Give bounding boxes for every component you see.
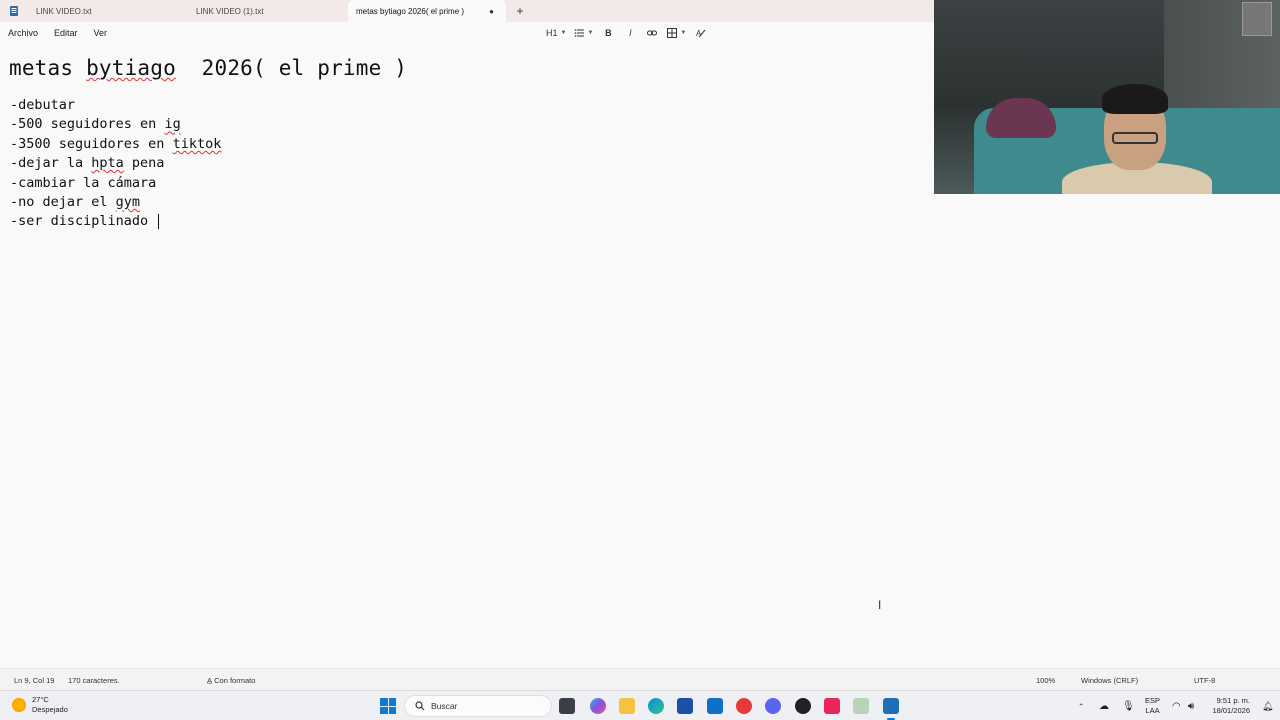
format-label: Con formato — [214, 676, 256, 685]
person-hair — [1102, 84, 1168, 114]
list-dropdown[interactable]: ▼ — [572, 25, 595, 41]
ibeam-cursor-icon: I — [878, 598, 882, 612]
text-caret — [158, 213, 160, 229]
search-icon — [415, 701, 425, 711]
search-placeholder: Buscar — [431, 701, 458, 711]
file-explorer-icon[interactable] — [619, 698, 635, 714]
spell-error: tiktok — [172, 135, 222, 152]
spell-error: gym — [115, 193, 141, 210]
last-line-text: -ser disciplinado — [10, 213, 157, 230]
menu-bar: Archivo Editar Ver — [0, 22, 934, 44]
temperature: 27°C — [32, 695, 49, 704]
tab-label: metas bytiago 2026( el prime ) — [356, 6, 465, 16]
lang-top: ESP — [1145, 696, 1161, 705]
taskbar: 27°C Despejado Buscar ⌃ ☁ 🎙︎ ESP LAA ◠ 🔊… — [0, 690, 1280, 720]
table-icon — [667, 28, 678, 38]
sun-icon — [12, 698, 26, 712]
poster-shape — [1242, 2, 1272, 36]
clear-format-icon[interactable]: A — [692, 25, 710, 41]
title-part-3: 2026( el prime ) — [175, 56, 408, 80]
weather-widget[interactable]: 27°C Despejado — [12, 695, 68, 715]
italic-icon[interactable]: I — [621, 25, 639, 41]
clock-time: 9:51 p. m. — [1216, 696, 1250, 705]
language-indicator[interactable]: ESP LAA — [1145, 691, 1160, 720]
list-icon — [575, 29, 585, 37]
text-line: -debutar — [10, 97, 76, 113]
outlook-icon[interactable] — [707, 698, 723, 714]
spell-error: ig — [164, 116, 181, 133]
document-body[interactable]: -debutar -500 seguidores en ig -3500 seg… — [10, 96, 221, 232]
notepad-taskbar-icon[interactable] — [883, 698, 899, 720]
tab-metas[interactable]: metas bytiago 2026( el prime ) ● — [348, 0, 506, 22]
clock-date: 18/01/2026 — [1212, 706, 1250, 715]
obs-icon[interactable] — [795, 698, 811, 714]
text-line: -cambiar la cámara — [10, 174, 157, 191]
tab-bar: LINK VIDEO.txt LINK VIDEO (1).txt metas … — [0, 0, 934, 22]
text-line: -3500 seguidores en tiktok — [10, 135, 222, 152]
show-hidden-icons[interactable]: ⌃ — [1078, 691, 1084, 720]
menu-file[interactable]: Archivo — [0, 28, 46, 38]
unsaved-dot-icon[interactable]: ● — [489, 7, 494, 16]
chevron-down-icon: ▼ — [680, 30, 687, 36]
text-line: -500 seguidores en ig — [10, 116, 181, 133]
glasses-shape — [1112, 132, 1158, 144]
microphone-icon[interactable]: 🎙︎ — [1122, 691, 1135, 720]
chevron-down-icon: ▼ — [587, 30, 594, 36]
text-line: -dejar la hpta pena — [10, 155, 165, 172]
new-tab-button[interactable]: + — [506, 0, 534, 22]
bold-icon[interactable]: B — [599, 25, 617, 41]
weather-text: 27°C Despejado — [32, 695, 68, 715]
link-icon[interactable] — [643, 25, 661, 41]
tiktok-icon[interactable] — [824, 698, 840, 714]
status-bar: Ln 9, Col 19 170 caracteres. A̲ Con form… — [0, 668, 1280, 690]
copilot-icon[interactable] — [590, 698, 606, 714]
document-title: metas bytiago 2026( el prime ) — [9, 56, 407, 80]
line-ending[interactable]: Windows (CRLF) — [1081, 676, 1138, 685]
menu-edit[interactable]: Editar — [46, 28, 86, 38]
chevron-down-icon: ▼ — [560, 30, 567, 36]
tab-label: LINK VIDEO (1).txt — [196, 6, 264, 16]
tab-label: LINK VIDEO.txt — [36, 6, 92, 16]
char-count: 170 caracteres. — [68, 676, 120, 685]
table-dropdown[interactable]: ▼ — [665, 25, 688, 41]
wifi-icon[interactable]: ◠ — [1172, 691, 1181, 720]
encoding[interactable]: UTF-8 — [1194, 676, 1215, 685]
tab-link-video[interactable]: LINK VIDEO.txt — [28, 0, 188, 22]
volume-icon[interactable]: 🔊︎ — [1188, 691, 1194, 720]
cursor-position: Ln 9, Col 19 — [14, 676, 55, 685]
windows-start-icon[interactable] — [380, 698, 396, 714]
edge-icon[interactable] — [648, 698, 664, 714]
weather-condition: Despejado — [32, 705, 68, 714]
opera-icon[interactable] — [736, 698, 752, 714]
task-view-icon[interactable] — [559, 698, 575, 714]
text-line: -ser disciplinado — [10, 212, 221, 231]
store-icon[interactable] — [677, 698, 693, 714]
system-clock[interactable]: 9:51 p. m. 18/01/2026 — [1212, 696, 1250, 716]
discord-icon[interactable] — [765, 698, 781, 714]
heading-label: H1 — [546, 28, 558, 38]
notification-bell-icon[interactable]: 🔔︎ — [1262, 691, 1273, 720]
app-icon[interactable] — [853, 698, 869, 714]
notepad-icon — [0, 0, 28, 22]
network-app-icon[interactable]: ☁ — [1099, 691, 1109, 720]
format-icon: A̲ — [207, 676, 213, 685]
format-mode[interactable]: A̲ Con formato — [207, 676, 255, 685]
title-part-1: metas — [9, 56, 87, 80]
text-line: -no dejar el gym — [10, 193, 141, 210]
pillow-shape — [986, 98, 1056, 138]
tab-link-video-1[interactable]: LINK VIDEO (1).txt — [188, 0, 348, 22]
lang-bottom: LAA — [1145, 706, 1160, 715]
spell-error: hpta — [91, 155, 124, 172]
taskbar-search[interactable]: Buscar — [404, 695, 552, 717]
format-toolbar: H1 ▼ ▼ B I ▼ A — [544, 25, 710, 41]
menu-view[interactable]: Ver — [86, 28, 116, 38]
zoom-level[interactable]: 100% — [1036, 676, 1055, 685]
heading-dropdown[interactable]: H1 ▼ — [544, 25, 568, 41]
screen: LINK VIDEO.txt LINK VIDEO (1).txt metas … — [0, 0, 1280, 720]
webcam-overlay — [934, 0, 1280, 194]
title-part-2: bytiago — [86, 56, 176, 80]
